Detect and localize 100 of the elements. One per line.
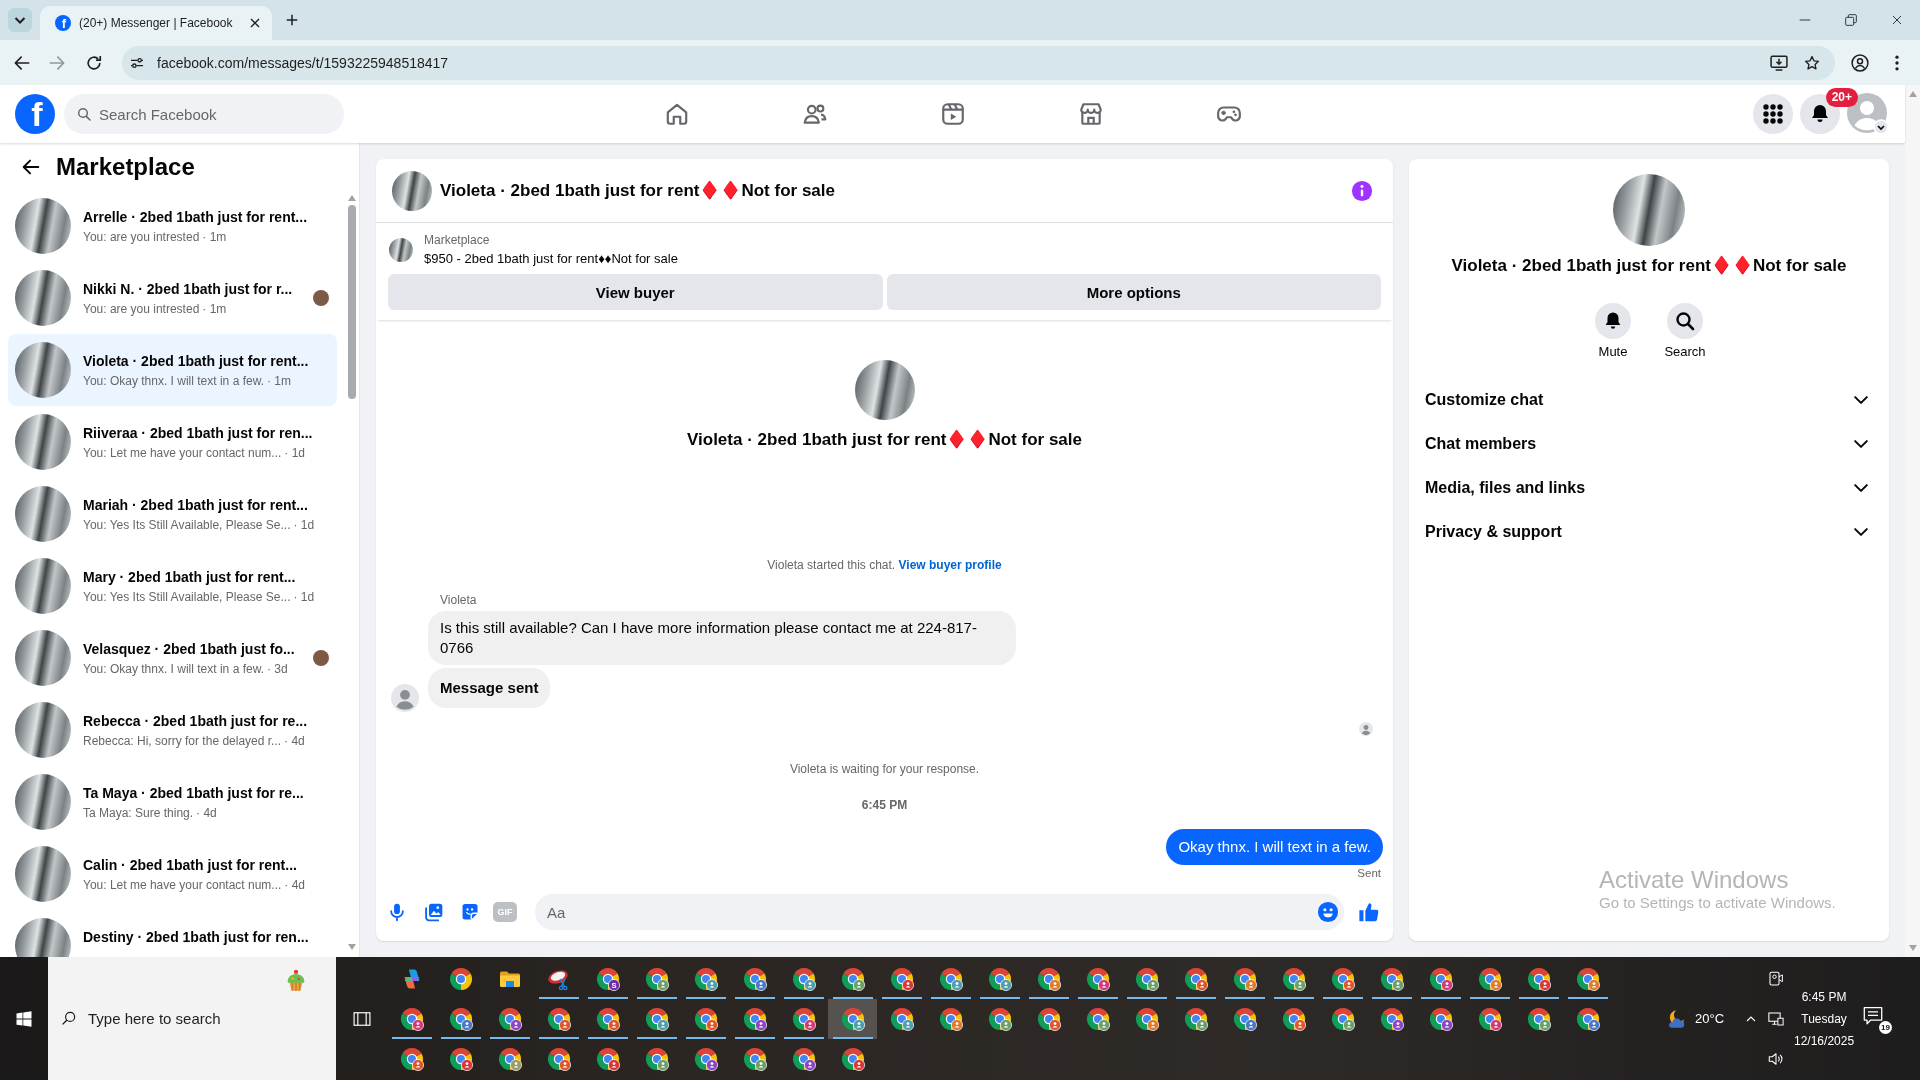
address-bar[interactable]: facebook.com/messages/t/1593225948518417 (122, 45, 1835, 80)
conversation-item[interactable]: Velasquez · 2bed 1bath just fo... You: Okay thnx. I will text in a few. · 3d (8, 622, 337, 694)
chrome-icon (1232, 967, 1257, 991)
section-toggle[interactable]: Media, files and links (1425, 466, 1873, 510)
conversation-item[interactable]: Arrelle · 2bed 1bath just for rent... You: are you intrested · 1m (8, 190, 337, 262)
chrome-icon (693, 1007, 718, 1031)
view-buyer-button[interactable]: View buyer (388, 274, 883, 310)
message-preview: Ta Maya: Sure thing. (83, 804, 194, 821)
chrome-icon (1183, 1007, 1208, 1031)
weather-temperature[interactable]: 20°C (1695, 1011, 1725, 1026)
conversation-item[interactable]: Rebecca · 2bed 1bath just for re... Rebecca: Hi, sorry for the delayed r... · 4d (8, 694, 337, 766)
message-preview: You: Let me have your contact num... (83, 444, 282, 461)
message-bubble: Okay thnx. I will text in a few. (1166, 829, 1383, 865)
emoji-icon[interactable] (1317, 901, 1339, 923)
chrome-icon (1232, 1007, 1257, 1031)
thumbs-up-icon[interactable] (1358, 901, 1380, 923)
chrome-icon (399, 1007, 424, 1031)
notification-center-button[interactable]: 19 (1862, 1003, 1893, 1034)
search-button[interactable]: Search (1660, 303, 1710, 360)
listing-summary: $950 - 2bed 1bath just for rent♦♦Not for sale (424, 249, 678, 267)
chrome-icon (595, 1047, 620, 1071)
chrome-icon (1526, 1007, 1551, 1031)
mute-button[interactable]: Mute (1588, 303, 1638, 360)
chrome-icon (1575, 967, 1600, 991)
delivery-status: Sent (1357, 866, 1382, 880)
conversation-item[interactable]: Nikki N. · 2bed 1bath just for r... You: are you intrested · 1m (8, 262, 337, 334)
chrome-icon (1575, 1007, 1600, 1031)
page-title: Marketplace (56, 151, 195, 182)
more-options-button[interactable]: More options (886, 274, 1381, 310)
message-preview: You: Yes Its Still Available, Please Se... (83, 588, 291, 605)
video-icon[interactable] (939, 101, 966, 127)
conversation-title: Violeta · 2bed 1bath just for rent... (83, 351, 310, 370)
conversation-item[interactable]: Calin · 2bed 1bath just for rent... You: Let me have your contact num... · 4d (8, 838, 337, 910)
message-preview: Rebecca: Hi, sorry for the delayed r... (83, 732, 282, 749)
bell-icon (1595, 303, 1631, 339)
message-time: · 1d (284, 444, 306, 461)
conversation-title: Mary · 2bed 1bath just for rent... (83, 567, 297, 586)
browser-tab[interactable]: f (20+) Messenger | Facebook (40, 6, 272, 40)
conversation-item[interactable]: Mariah · 2bed 1bath just for rent... You: Yes Its Still Available, Please Se... · 1d (8, 478, 337, 550)
conversation-title: Velasquez · 2bed 1bath just fo... (83, 639, 296, 658)
photo-placeholder (15, 342, 71, 398)
buyer-profile-link[interactable]: View buyer profile (898, 558, 1002, 572)
chat-title: Violeta · 2bed 1bath just for rent♦♦Not for sale (440, 180, 835, 201)
photo-placeholder (15, 846, 71, 902)
star-icon[interactable] (1803, 53, 1821, 72)
conversation-item[interactable]: Ta Maya · 2bed 1bath just for re... Ta Maya: Sure thing. · 4d (8, 766, 337, 838)
system-note: Violeta started this chat. View buyer profile (766, 557, 1003, 573)
clock-time[interactable]: 6:45 PM (1801, 985, 1847, 1008)
chrome-icon (938, 967, 963, 991)
chrome-icon (1183, 967, 1208, 991)
windows-icon[interactable] (15, 1009, 33, 1028)
chrome-icon (1330, 967, 1355, 991)
search-icon (60, 1009, 78, 1027)
chrome-icon (1330, 1007, 1355, 1031)
sticker-icon[interactable] (460, 902, 480, 922)
avatar-icon[interactable] (391, 684, 419, 712)
dropdown-icon[interactable] (8, 8, 32, 32)
message-field[interactable]: Aa (535, 894, 1344, 930)
chrome-icon (1379, 967, 1404, 991)
message-preview: You: Let me have your contact num... (83, 876, 282, 893)
section-toggle[interactable]: Privacy & support (1425, 510, 1873, 554)
conversation-title: Destiny · 2bed 1bath just for ren... (83, 927, 310, 946)
search-field[interactable]: Search Facebook (64, 94, 344, 134)
conversation-item[interactable]: Mary · 2bed 1bath just for rent... You: Yes Its Still Available, Please Se... · 1d (8, 550, 337, 622)
store-icon[interactable] (1077, 101, 1104, 127)
computer-icon[interactable] (1767, 1010, 1786, 1028)
chrome-icon (889, 1007, 914, 1031)
message-bubble: Message sent (428, 668, 551, 708)
scrollbar-thumb[interactable] (348, 205, 356, 399)
chrome-icon (644, 967, 669, 991)
chrome-icon (546, 1047, 571, 1071)
search-icon (76, 106, 92, 122)
conversation-item[interactable]: Riiveraa · 2bed 1bath just for ren... You: Let me have your contact num... · 1d (8, 406, 337, 478)
video-camera-icon[interactable] (1767, 970, 1786, 988)
menu-grid-icon[interactable] (1753, 94, 1793, 134)
message-preview: You: Okay thnx. I will text in a few. (83, 372, 264, 389)
conversation-title: Mariah · 2bed 1bath just for rent... (83, 495, 309, 514)
chrome-icon (448, 1047, 473, 1071)
chrome-icon (987, 967, 1012, 991)
image-icon[interactable] (424, 902, 444, 922)
notification-badge: 20+ (1825, 88, 1858, 107)
chrome-icon (1428, 967, 1453, 991)
clock-date[interactable]: 12/16/2025 (1794, 1029, 1855, 1052)
message-time: · 1m (267, 372, 291, 389)
message-preview: You: are you intrested (83, 300, 200, 317)
clock-day[interactable]: Tuesday (1801, 1007, 1847, 1030)
section-toggle[interactable]: Chat members (1425, 422, 1873, 466)
conversation-item[interactable]: Violeta · 2bed 1bath just for rent... You: Okay thnx. I will text in a few. · 1m (8, 334, 337, 406)
taskbar-search-field[interactable]: Type here to search (48, 957, 336, 1080)
profile-icon[interactable] (1850, 52, 1870, 73)
chrome-icon (1379, 1007, 1404, 1031)
microphone-icon[interactable] (387, 902, 407, 922)
chrome-icon (889, 967, 914, 991)
section-toggle[interactable]: Customize chat (1425, 378, 1873, 422)
chrome-icon (938, 1007, 963, 1031)
photo-placeholder (15, 702, 71, 758)
restore-icon[interactable] (1843, 12, 1859, 28)
info-icon[interactable] (1351, 179, 1373, 202)
facebook-logo[interactable]: f (15, 94, 55, 134)
message-preview: You: Yes Its Still Available, Please Se... (83, 516, 291, 533)
